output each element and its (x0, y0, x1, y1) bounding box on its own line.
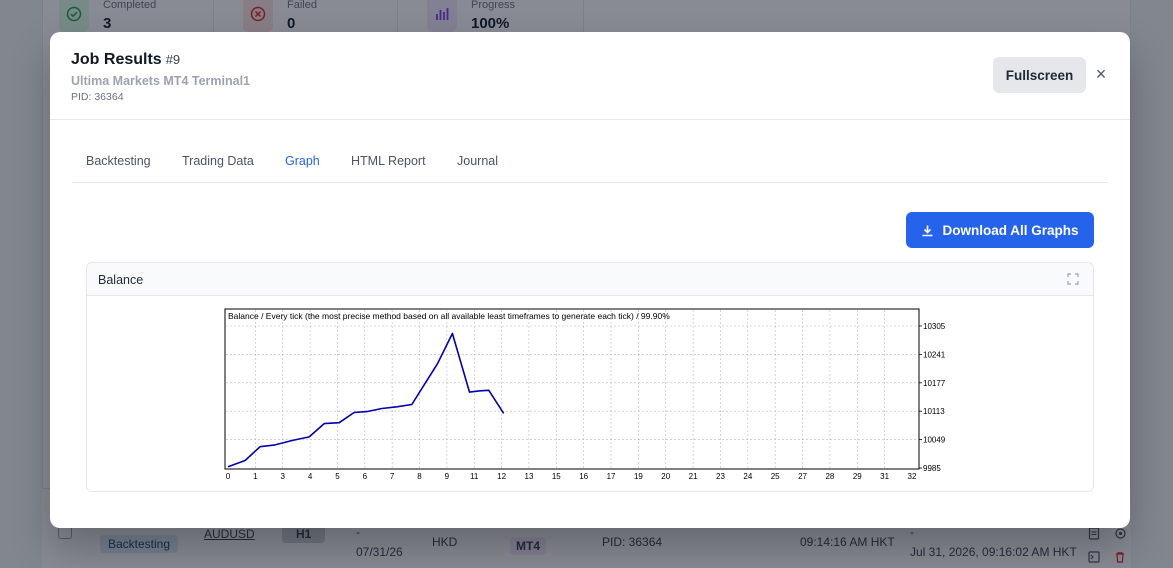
x-tick-label: 16 (579, 472, 588, 481)
fullscreen-button[interactable]: Fullscreen (993, 57, 1086, 93)
x-tick-label: 6 (363, 472, 368, 481)
panel-header: Balance (87, 263, 1093, 296)
y-tick-label: 10305 (923, 322, 946, 331)
x-tick-label: 32 (908, 472, 917, 481)
balance-graph-panel: Balance Balance / Every tick (the most p… (86, 262, 1094, 492)
x-tick-label: 11 (470, 472, 479, 481)
x-tick-label: 12 (497, 472, 506, 481)
x-tick-label: 15 (552, 472, 561, 481)
x-tick-label: 28 (825, 472, 834, 481)
expand-icon[interactable] (1067, 273, 1079, 285)
download-all-graphs-button[interactable]: Download All Graphs (906, 212, 1094, 248)
x-tick-label: 31 (880, 472, 889, 481)
y-tick-label: 10241 (923, 350, 946, 359)
tab-bar: Backtesting Trading Data Graph HTML Repo… (72, 142, 1108, 183)
x-tick-label: 7 (390, 472, 395, 481)
x-tick-label: 21 (689, 472, 698, 481)
y-tick-label: 9985 (923, 464, 941, 473)
x-tick-label: 29 (853, 472, 862, 481)
x-tick-label: 27 (798, 472, 807, 481)
tab-journal[interactable]: Journal (457, 154, 498, 168)
tab-html-report[interactable]: HTML Report (351, 154, 426, 168)
y-tick-label: 10177 (923, 379, 946, 388)
x-tick-label: 20 (661, 472, 670, 481)
x-tick-label: 3 (280, 472, 285, 481)
panel-title: Balance (98, 273, 144, 287)
download-label: Download All Graphs (942, 222, 1079, 238)
tab-backtesting[interactable]: Backtesting (86, 154, 151, 168)
x-tick-label: 25 (771, 472, 780, 481)
y-tick-label: 10113 (923, 407, 945, 416)
terminal-name: Ultima Markets MT4 Terminal1 (71, 74, 250, 88)
x-tick-label: 0 (226, 472, 231, 481)
job-results-modal: Job Results #9 Ultima Markets MT4 Termina… (50, 32, 1130, 528)
y-tick-label: 10049 (923, 436, 946, 445)
x-tick-label: 23 (716, 472, 725, 481)
close-icon[interactable]: × (1094, 65, 1108, 83)
tab-graph[interactable]: Graph (285, 154, 320, 168)
x-tick-label: 1 (253, 472, 258, 481)
modal-title: Job Results #9 (71, 51, 180, 69)
chart-title: Balance / Every tick (the most precise m… (228, 311, 670, 321)
x-tick-label: 17 (607, 472, 616, 481)
x-tick-label: 5 (335, 472, 340, 481)
balance-chart: Balance / Every tick (the most precise m… (224, 308, 946, 481)
modal-title-text: Job Results (71, 51, 162, 68)
x-tick-label: 8 (417, 472, 422, 481)
x-tick-label: 24 (743, 472, 752, 481)
x-tick-label: 19 (634, 472, 643, 481)
x-tick-label: 13 (525, 472, 534, 481)
terminal-pid: PID: 36364 (71, 91, 124, 103)
x-tick-label: 4 (308, 472, 313, 481)
download-icon (922, 225, 933, 236)
modal-header: Job Results #9 Ultima Markets MT4 Termina… (50, 32, 1130, 120)
chart-plot-area (224, 308, 920, 470)
job-number: #9 (165, 52, 181, 67)
x-tick-label: 9 (445, 472, 450, 481)
tab-trading-data[interactable]: Trading Data (182, 154, 254, 168)
